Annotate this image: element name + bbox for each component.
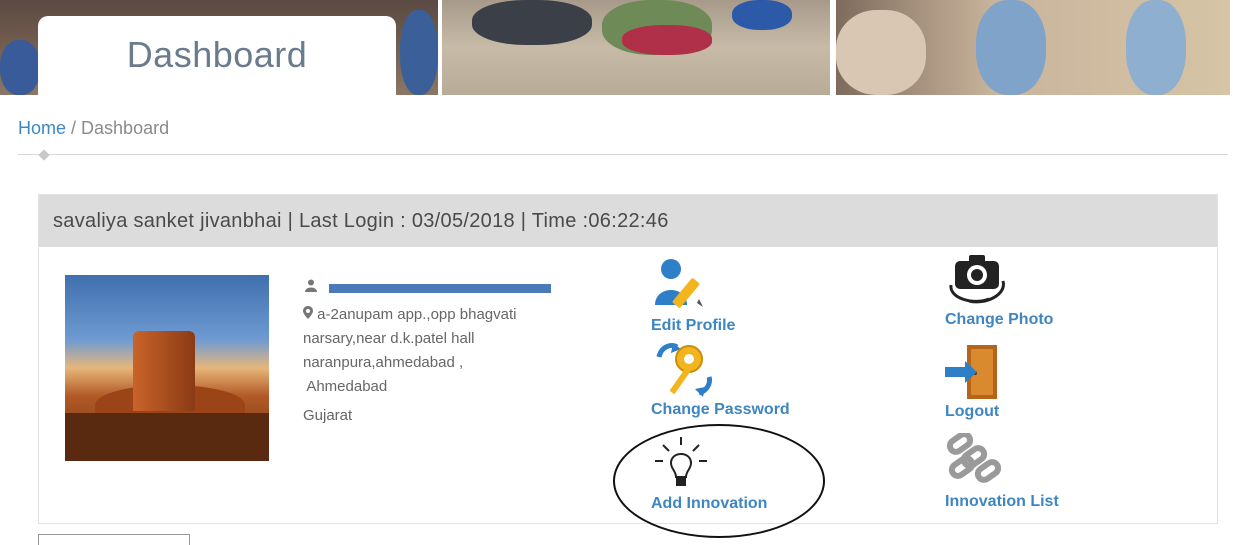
edit-profile-label: Edit Profile (651, 317, 736, 334)
page-title-card: Dashboard (38, 16, 396, 98)
user-edit-icon (651, 257, 711, 317)
user-name-redacted (329, 284, 551, 293)
panel-heading: savaliya sanket jivanbhai | Last Login :… (39, 195, 1217, 247)
change-photo-label: Change Photo (945, 311, 1054, 328)
camera-icon (945, 251, 1005, 311)
header-banner: Dashboard (0, 0, 1233, 98)
divider-diamond (38, 149, 50, 161)
banner-photo (836, 0, 1230, 95)
innovation-list-label: Innovation List (945, 493, 1059, 510)
change-password-label: Change Password (651, 401, 790, 418)
address-line: narsary,near d.k.patel hall (303, 330, 475, 347)
breadcrumb-divider (18, 154, 1228, 155)
change-password-button[interactable]: Change Password (651, 341, 841, 419)
address-line: Ahmedabad (303, 378, 388, 395)
chain-links-icon (945, 431, 1005, 493)
breadcrumb: Home / Dashboard (18, 118, 169, 139)
breadcrumb-home-link[interactable]: Home (18, 118, 66, 138)
map-marker-icon (303, 306, 317, 323)
key-icon (651, 341, 712, 401)
banner-photo (442, 0, 830, 95)
change-photo-button[interactable]: Change Photo (945, 251, 1135, 329)
footer-box-edge (38, 534, 190, 545)
edit-profile-button[interactable]: Edit Profile (651, 257, 841, 335)
logout-label: Logout (945, 403, 1000, 420)
highlight-circle-annotation (613, 424, 825, 538)
profile-photo (65, 275, 269, 461)
user-address: a-2anupam app.,opp bhagvati narsary,near… (303, 303, 593, 399)
logout-button[interactable]: Logout (945, 343, 1135, 421)
door-exit-icon (945, 343, 1005, 403)
address-line: a-2anupam app.,opp bhagvati (317, 306, 517, 323)
user-state: Gujarat (303, 407, 353, 424)
address-line: naranpura,ahmedabad , (303, 354, 464, 371)
user-icon (305, 279, 317, 295)
breadcrumb-current: Dashboard (81, 118, 170, 138)
breadcrumb-separator: / (66, 118, 82, 138)
page-title: Dashboard (126, 34, 308, 75)
innovation-list-button[interactable]: Innovation List (945, 431, 1135, 511)
